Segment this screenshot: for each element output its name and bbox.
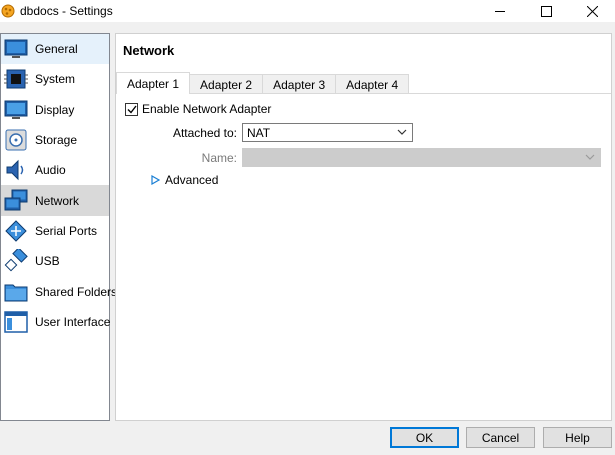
close-icon bbox=[586, 5, 598, 17]
adapter-tabs: Adapter 1 Adapter 2 Adapter 3 Adapter 4 bbox=[116, 72, 410, 94]
user-interface-icon bbox=[4, 311, 28, 333]
attached-to-select[interactable]: NAT bbox=[242, 123, 413, 142]
system-icon bbox=[4, 69, 28, 89]
sidebar-item-audio[interactable]: Audio bbox=[1, 155, 109, 185]
audio-icon bbox=[6, 160, 24, 181]
sidebar-item-storage[interactable]: Storage bbox=[1, 125, 109, 155]
attached-to-value: NAT bbox=[247, 125, 271, 140]
sidebar-item-label: System bbox=[35, 72, 76, 87]
attached-to-label: Attached to: bbox=[172, 126, 237, 140]
chevron-down-icon bbox=[585, 154, 595, 160]
maximize-icon bbox=[540, 5, 552, 17]
advanced-label: Advanced bbox=[165, 173, 219, 187]
sidebar-item-label: Network bbox=[35, 193, 80, 208]
close-button[interactable] bbox=[569, 0, 615, 22]
general-icon bbox=[4, 39, 28, 59]
title-bar: dbdocs - Settings bbox=[0, 0, 615, 22]
sidebar-item-shared-folders[interactable]: Shared Folders bbox=[1, 276, 117, 306]
sidebar-item-usb[interactable]: USB bbox=[1, 246, 109, 276]
sidebar-item-label: Shared Folders bbox=[35, 284, 118, 299]
advanced-expander[interactable]: Advanced bbox=[151, 173, 218, 187]
tab-adapter-4[interactable]: Adapter 4 bbox=[335, 74, 410, 94]
expand-arrow-icon bbox=[151, 175, 160, 185]
maximize-button[interactable] bbox=[523, 0, 569, 22]
sidebar-item-label: General bbox=[35, 42, 78, 57]
minimize-icon bbox=[494, 10, 505, 12]
chevron-down-icon bbox=[397, 129, 407, 135]
help-button[interactable]: Help bbox=[543, 427, 612, 448]
enable-adapter-row[interactable]: Enable Network Adapter bbox=[125, 102, 271, 116]
settings-content-panel: Network Adapter 1 Adapter 2 Adapter 3 Ad… bbox=[115, 33, 612, 421]
tab-adapter-2[interactable]: Adapter 2 bbox=[189, 74, 264, 94]
page-title: Network bbox=[123, 43, 175, 58]
sidebar-item-system[interactable]: System bbox=[1, 64, 109, 94]
usb-icon bbox=[4, 249, 28, 272]
sidebar-item-label: Audio bbox=[35, 163, 66, 178]
ok-button[interactable]: OK bbox=[390, 427, 459, 448]
enable-adapter-label: Enable Network Adapter bbox=[142, 102, 272, 116]
checkmark-icon bbox=[127, 105, 137, 114]
storage-icon bbox=[5, 129, 27, 151]
tab-adapter-3[interactable]: Adapter 3 bbox=[262, 74, 337, 94]
adapter-tab-pane: Enable Network Adapter Attached to: NAT … bbox=[116, 93, 611, 420]
tab-adapter-1[interactable]: Adapter 1 bbox=[116, 72, 191, 94]
sidebar-item-label: User Interface bbox=[35, 314, 111, 329]
sidebar-item-label: USB bbox=[35, 254, 60, 269]
minimize-button[interactable] bbox=[477, 0, 523, 22]
app-icon bbox=[1, 4, 15, 18]
window-title: dbdocs - Settings bbox=[20, 4, 113, 18]
shared-folders-icon bbox=[4, 284, 28, 302]
sidebar-item-general[interactable]: General bbox=[1, 34, 109, 65]
sidebar-item-label: Display bbox=[35, 102, 75, 117]
sidebar-item-serial-ports[interactable]: Serial Ports bbox=[1, 216, 109, 246]
name-select[interactable] bbox=[242, 148, 601, 167]
display-icon bbox=[4, 100, 28, 119]
cancel-button[interactable]: Cancel bbox=[466, 427, 535, 448]
sidebar-item-network[interactable]: Network bbox=[1, 185, 109, 216]
settings-sidebar: General System Display Storage Audio Net… bbox=[0, 33, 117, 421]
sidebar-item-display[interactable]: Display bbox=[1, 95, 109, 125]
sidebar-item-user-interface[interactable]: User Interface bbox=[1, 307, 111, 337]
sidebar-item-label: Serial Ports bbox=[35, 223, 98, 238]
network-icon bbox=[4, 189, 28, 211]
name-label: Name: bbox=[201, 151, 237, 165]
enable-adapter-checkbox[interactable] bbox=[125, 102, 138, 116]
serial-ports-icon bbox=[5, 220, 27, 242]
sidebar-item-label: Storage bbox=[35, 133, 78, 148]
